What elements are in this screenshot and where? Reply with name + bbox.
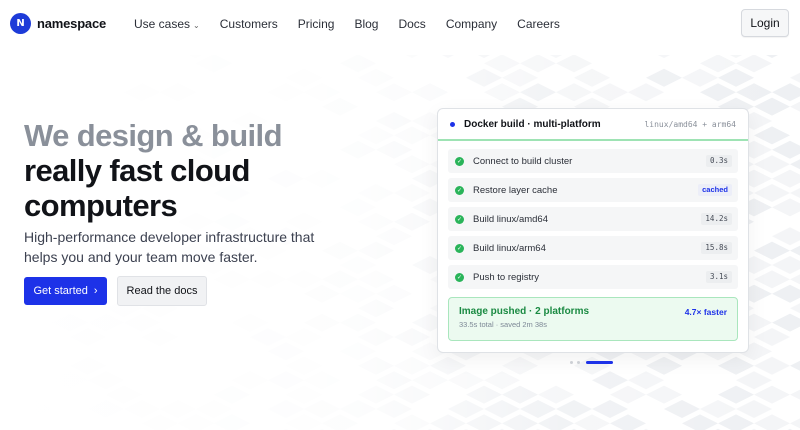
brand-logo[interactable]: N namespace [10,13,106,34]
step-duration: 0.3s [705,155,732,167]
brand-name: namespace [37,16,107,31]
carousel-indicator [570,361,613,364]
step-label: Build linux/amd64 [473,213,548,225]
build-step: ✓ Build linux/amd64 14.2s [448,207,738,231]
nav-link-careers[interactable]: Careers [517,17,560,31]
step-label: Restore layer cache [473,184,558,196]
read-docs-button[interactable]: Read the docs [117,276,207,306]
build-step: ✓ Connect to build cluster 0.3s [448,149,738,173]
step-duration: cached [698,184,732,196]
card-title: Docker build · multi-platform [464,118,601,130]
nav-link-docs[interactable]: Docs [398,17,425,31]
status-dot-icon [450,121,455,127]
nav-link-customers[interactable]: Customers [220,17,278,31]
check-circle-icon: ✓ [455,272,464,282]
check-circle-icon: ✓ [455,243,464,253]
top-navigation: N namespace Use cases ⌄ Customers Pricing… [0,0,800,48]
carousel-dot[interactable] [577,361,580,364]
build-step: ✓ Push to registry 3.1s [448,265,738,289]
build-result-banner: Image pushed · 2 platforms 33.5s total ·… [448,297,738,341]
hero-subtitle: High-performance developer infrastructur… [24,229,315,265]
nav-link-blog[interactable]: Blog [354,17,378,31]
nav-links: Use cases ⌄ Customers Pricing Blog Docs C… [134,17,580,31]
chevron-right-icon: › [93,285,98,297]
get-started-label: Get started [33,285,88,297]
login-button[interactable]: Login [741,9,789,37]
step-label: Connect to build cluster [473,155,573,167]
carousel-dot[interactable] [570,361,573,364]
step-duration: 3.1s [705,271,732,283]
step-label: Build linux/arm64 [473,242,546,254]
check-circle-icon: ✓ [455,185,464,195]
build-steps: ✓ Connect to build cluster 0.3s ✓ Restor… [438,141,748,289]
build-status-card: Docker build · multi-platform linux/amd6… [437,108,749,353]
speedup-badge: 4.7× faster [684,307,727,317]
hero-title: We design & build really fast cloud comp… [24,118,283,223]
step-label: Push to registry [473,271,539,283]
nav-link-pricing[interactable]: Pricing [298,17,335,31]
check-circle-icon: ✓ [455,156,464,166]
logo-mark-icon: N [10,13,31,34]
check-circle-icon: ✓ [455,214,464,224]
hero-title-line-3: computers [24,188,178,223]
build-step: ✓ Build linux/arm64 15.8s [448,236,738,260]
nav-link-use-cases[interactable]: Use cases ⌄ [134,17,200,31]
result-detail: 33.5s total · saved 2m 38s [459,320,547,329]
platform-tag: linux/amd64 + arm64 [644,120,736,129]
step-duration: 15.8s [701,242,732,254]
hero-title-line-2: really fast cloud [24,153,250,188]
nav-link-company[interactable]: Company [446,17,497,31]
step-duration: 14.2s [701,213,732,225]
carousel-dot-active[interactable] [586,361,613,364]
hero-title-line-1: We design & build [24,118,283,153]
build-step: ✓ Restore layer cache cached [448,178,738,202]
card-header: Docker build · multi-platform linux/amd6… [438,109,748,141]
get-started-button[interactable]: Get started › [24,277,107,305]
chevron-down-icon: ⌄ [193,21,200,30]
